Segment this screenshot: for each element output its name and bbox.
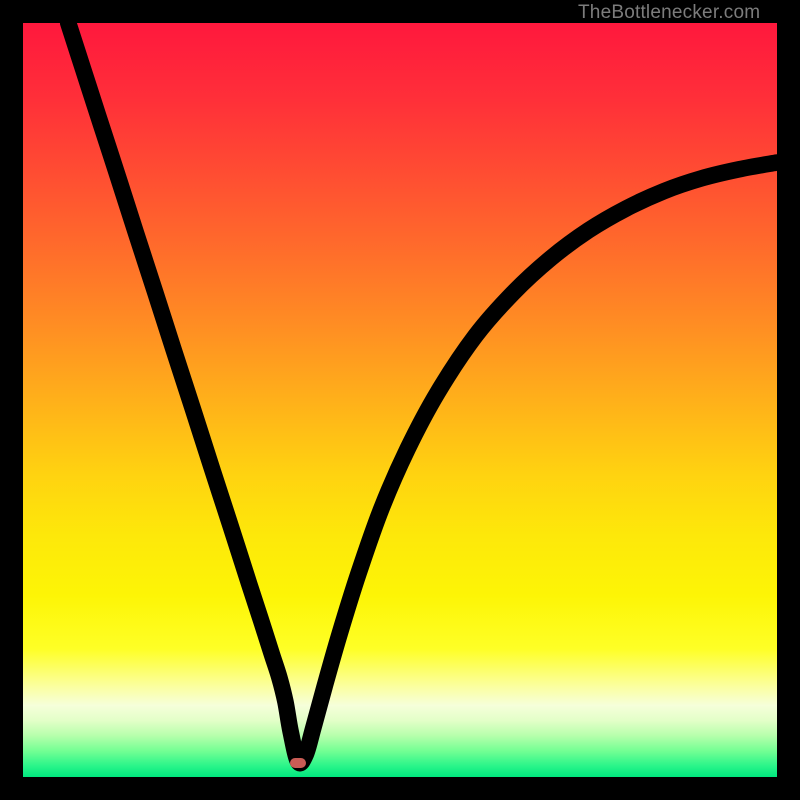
optimal-point-marker	[290, 758, 306, 768]
bottleneck-curve	[23, 23, 777, 777]
plot-area	[23, 23, 777, 777]
watermark-text: TheBottlenecker.com	[578, 2, 760, 24]
